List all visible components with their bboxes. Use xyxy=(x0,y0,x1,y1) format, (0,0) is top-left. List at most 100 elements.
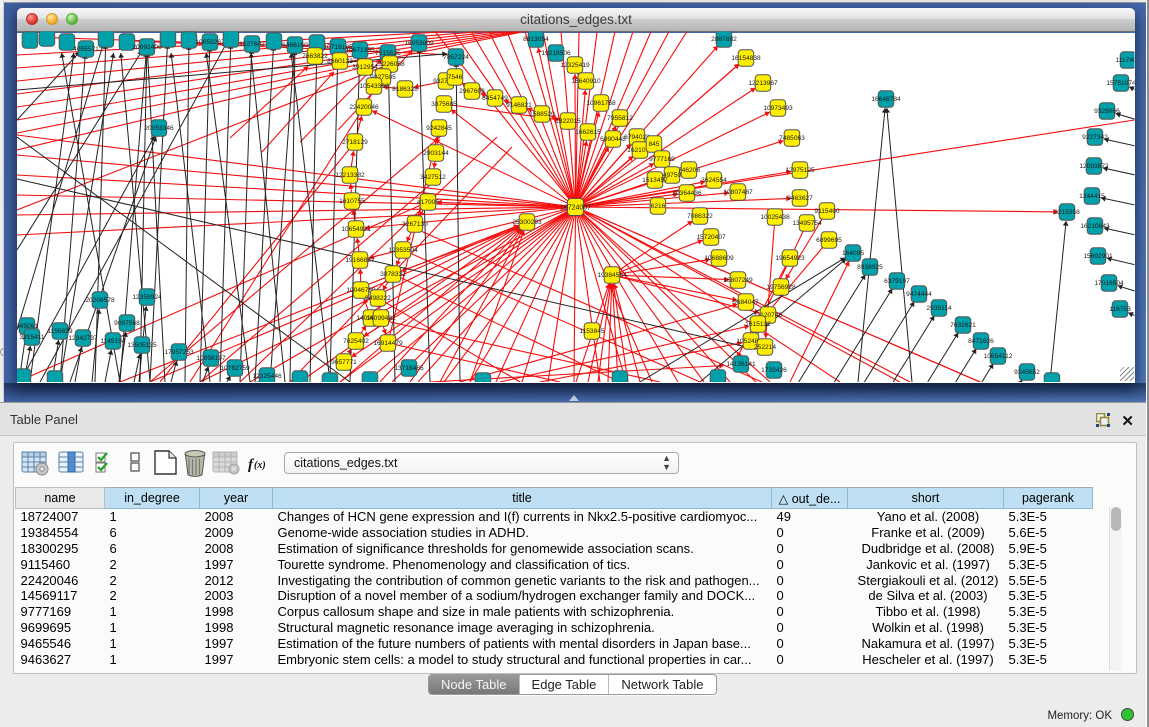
svg-text:18640910: 18640910 xyxy=(571,78,601,85)
svg-text:19384554: 19384554 xyxy=(597,272,627,279)
svg-text:16648784: 16648784 xyxy=(871,96,901,103)
svg-text:15692901: 15692901 xyxy=(1083,253,1113,260)
svg-text:7663822: 7663822 xyxy=(302,53,328,60)
svg-text:9245652: 9245652 xyxy=(1014,369,1040,376)
svg-text:17957253: 17957253 xyxy=(164,349,194,356)
svg-text:6990448: 6990448 xyxy=(600,136,626,143)
svg-text:1733426: 1733426 xyxy=(761,367,787,374)
svg-text:12342737: 12342737 xyxy=(68,335,98,342)
svg-text:1588520: 1588520 xyxy=(529,111,555,118)
svg-text:10653267: 10653267 xyxy=(195,39,225,46)
svg-text:7632621: 7632621 xyxy=(950,322,976,329)
svg-text:16053809: 16053809 xyxy=(404,40,434,47)
svg-text:10961758: 10961758 xyxy=(586,100,616,107)
svg-text:6379197: 6379197 xyxy=(884,278,910,285)
svg-text:13505135: 13505135 xyxy=(127,342,157,349)
svg-text:8660123: 8660123 xyxy=(327,58,353,65)
svg-text:10654932: 10654932 xyxy=(341,226,371,233)
svg-text:17016504: 17016504 xyxy=(1094,280,1124,287)
svg-text:14099481: 14099481 xyxy=(366,315,396,322)
svg-text:2935114: 2935114 xyxy=(926,305,952,312)
svg-text:8471626: 8471626 xyxy=(968,338,994,345)
svg-text:1527602: 1527602 xyxy=(239,41,265,48)
svg-text:20053346: 20053346 xyxy=(144,125,174,132)
svg-text:20364436: 20364436 xyxy=(672,190,702,197)
svg-text:(x): (x) xyxy=(254,460,266,471)
svg-text:9146821: 9146821 xyxy=(506,102,532,109)
svg-text:164095: 164095 xyxy=(842,250,864,257)
svg-text:4055571: 4055571 xyxy=(73,46,99,53)
svg-text:9227342: 9227342 xyxy=(1082,134,1108,141)
svg-text:6899695: 6899695 xyxy=(816,237,842,244)
svg-text:9097568: 9097568 xyxy=(114,320,140,327)
svg-text:9115460: 9115460 xyxy=(814,208,840,215)
svg-text:16210643: 16210643 xyxy=(1080,223,1110,230)
svg-text:1610755: 1610755 xyxy=(339,198,365,205)
svg-text:10025438: 10025438 xyxy=(760,214,790,221)
svg-text:16154838: 16154838 xyxy=(731,55,761,62)
svg-text:1615132: 1615132 xyxy=(745,321,771,328)
svg-text:19218506: 19218506 xyxy=(541,50,571,57)
svg-text:3267130: 3267130 xyxy=(402,221,428,228)
svg-text:9777169: 9777169 xyxy=(649,156,675,163)
svg-text:3875685: 3875685 xyxy=(431,101,457,108)
svg-text:10671355: 10671355 xyxy=(345,47,375,54)
svg-text:845: 845 xyxy=(648,141,659,148)
svg-text:18807249: 18807249 xyxy=(723,277,753,284)
svg-text:15751074: 15751074 xyxy=(1106,80,1136,87)
svg-text:7955812: 7955812 xyxy=(607,115,633,122)
svg-text:2903144: 2903144 xyxy=(423,150,449,157)
svg-text:9684047: 9684047 xyxy=(733,299,759,306)
svg-text:20691406: 20691406 xyxy=(132,44,162,51)
svg-text:12213967: 12213967 xyxy=(748,80,778,87)
svg-text:15720407: 15720407 xyxy=(696,234,726,241)
svg-text:8186328: 8186328 xyxy=(392,86,418,93)
svg-text:10973493: 10973493 xyxy=(763,105,793,112)
svg-text:10958197: 10958197 xyxy=(196,355,226,362)
svg-text:3912954: 3912954 xyxy=(352,64,378,71)
svg-text:22420046: 22420046 xyxy=(349,104,379,111)
svg-text:417006: 417006 xyxy=(417,199,439,206)
svg-text:746206: 746206 xyxy=(678,167,700,174)
svg-text:9242845: 9242845 xyxy=(426,125,452,132)
svg-text:7857224: 7857224 xyxy=(443,54,469,61)
svg-text:19654923: 19654923 xyxy=(775,255,805,262)
svg-text:1153845: 1153845 xyxy=(579,328,605,335)
svg-text:116753: 116753 xyxy=(1109,306,1131,313)
svg-text:12325446: 12325446 xyxy=(252,373,282,380)
svg-text:6466160: 6466160 xyxy=(282,42,308,49)
svg-text:25300293: 25300293 xyxy=(512,219,542,226)
svg-text:6216: 6216 xyxy=(651,203,666,210)
svg-text:1145194: 1145194 xyxy=(100,338,126,345)
svg-text:19166827: 19166827 xyxy=(345,257,375,264)
svg-text:9657771: 9657771 xyxy=(331,359,357,366)
svg-text:8454749: 8454749 xyxy=(482,95,508,102)
svg-text:20206578: 20206578 xyxy=(85,297,115,304)
svg-text:9498222: 9498222 xyxy=(365,295,391,302)
svg-text:1513457: 1513457 xyxy=(642,177,668,184)
svg-text:10807487: 10807487 xyxy=(723,189,753,196)
svg-text:16914479: 16914479 xyxy=(373,340,403,347)
svg-text:12213382: 12213382 xyxy=(335,172,365,179)
svg-text:1662615: 1662615 xyxy=(575,129,601,136)
svg-text:3427512: 3427512 xyxy=(420,174,446,181)
svg-text:9463627: 9463627 xyxy=(787,195,813,202)
svg-text:18724007: 18724007 xyxy=(560,205,591,212)
svg-text:12359924: 12359924 xyxy=(132,294,162,301)
svg-text:2718129: 2718129 xyxy=(342,139,368,146)
svg-text:3915411: 3915411 xyxy=(19,334,45,341)
svg-text:252214: 252214 xyxy=(754,344,776,351)
svg-text:10654112: 10654112 xyxy=(984,353,1013,360)
svg-text:10782759: 10782759 xyxy=(220,365,250,372)
svg-text:10543362: 10543362 xyxy=(359,83,389,90)
svg-text:1156829: 1156829 xyxy=(47,328,73,335)
svg-text:13495754: 13495754 xyxy=(792,220,822,227)
svg-text:12093872: 12093872 xyxy=(1079,163,1109,170)
svg-text:19756928: 19756928 xyxy=(766,284,796,291)
svg-text:9329966: 9329966 xyxy=(1094,108,1120,115)
svg-text:3624554: 3624554 xyxy=(701,177,727,184)
svg-text:7485063: 7485063 xyxy=(779,135,805,142)
svg-text:23226058: 23226058 xyxy=(375,61,405,68)
svg-text:14136141: 14136141 xyxy=(726,361,756,368)
svg-text:12975125: 12975125 xyxy=(785,167,815,174)
